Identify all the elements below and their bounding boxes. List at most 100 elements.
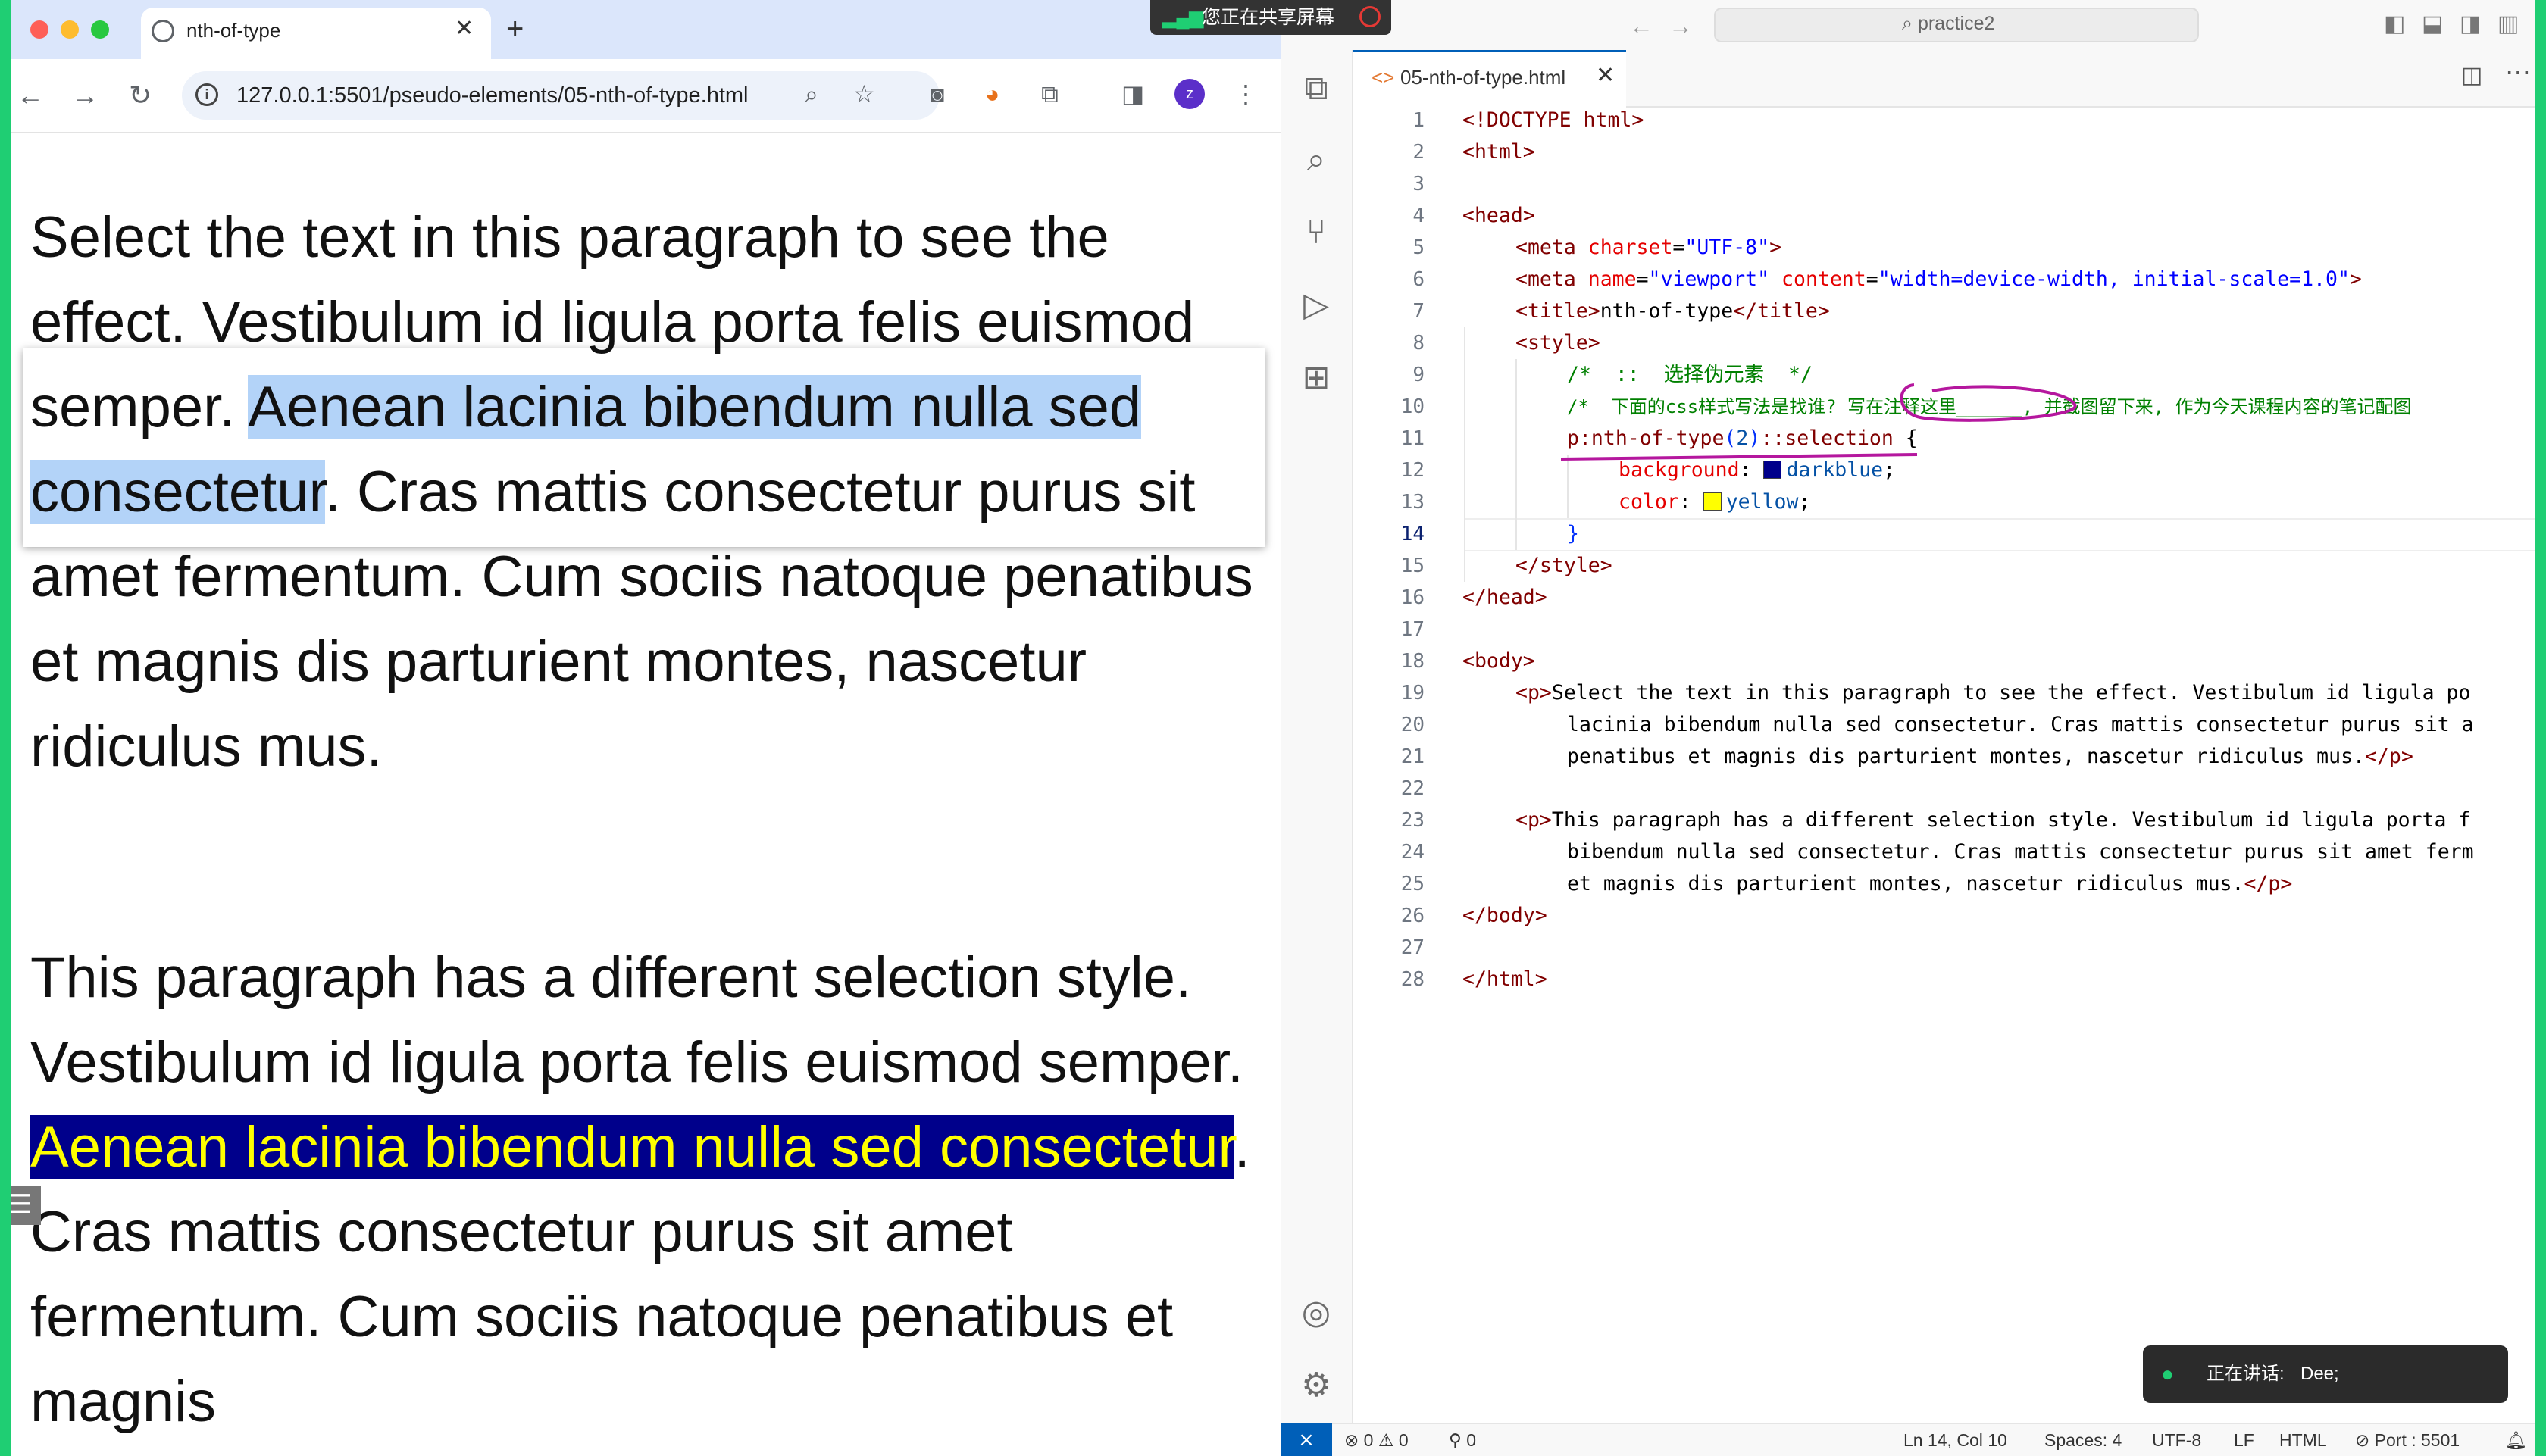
line-number: 3 [1412,173,1425,195]
code-line-7[interactable]: <title>nth-of-type</title> [1462,295,1830,327]
zoom-window-button[interactable] [91,20,109,39]
gear-icon[interactable]: ⚙ [1297,1367,1335,1404]
language-mode[interactable]: HTML [2279,1427,2327,1453]
account-icon[interactable]: ◎ [1297,1294,1335,1332]
source-control-icon[interactable]: ⑂ [1297,214,1335,252]
current-line-highlight [1464,518,2546,551]
encoding-status[interactable]: UTF-8 [2152,1427,2201,1453]
selected-text-custom: Aenean lacinia bibendum nulla sed consec… [30,1115,1234,1179]
line-number: 28 [1400,968,1425,991]
line-number: 20 [1400,714,1425,736]
pen-annotation [1560,383,2077,461]
nav-forward-icon[interactable]: → [1669,12,1693,39]
zoom-icon[interactable]: ⌕ [805,79,818,109]
line-number: 24 [1400,841,1425,864]
stop-share-icon[interactable] [1359,6,1381,27]
tab-title: nth-of-type [186,19,281,42]
new-tab-button[interactable]: + [506,11,524,47]
search-icon: ⌕ [1902,13,1918,34]
eol-status[interactable]: LF [2234,1427,2254,1453]
toggle-panel-icon[interactable]: ⬓ [2422,11,2443,38]
toggle-primary-sidebar-icon[interactable]: ◧ [2384,11,2405,38]
problems-status[interactable]: ⊗ 0 ⚠ 0 [1344,1427,1409,1453]
speaking-label: 正在讲话: [2207,1364,2285,1384]
camera-icon[interactable]: ◙ [931,80,944,111]
code-line-28[interactable]: </html> [1462,964,1547,995]
line-number: 1 [1412,109,1425,132]
workspace-name: practice2 [1917,13,1995,34]
line-number: 7 [1412,300,1425,323]
code-line-5[interactable]: <meta charset="UTF-8"> [1462,232,1781,264]
close-icon[interactable]: ✕ [1596,62,1615,89]
search-icon[interactable]: ⌕ [1297,141,1335,179]
tab-close-icon[interactable]: ✕ [455,15,474,42]
activity-bar [1281,50,1353,1423]
menu-kebab-icon[interactable]: ⋮ [1234,79,1258,109]
indentation-status[interactable]: Spaces: 4 [2044,1427,2122,1453]
forward-icon[interactable]: → [71,80,99,111]
line-number: 17 [1400,618,1425,641]
line-number: 21 [1400,745,1425,768]
site-info-icon[interactable]: i [195,83,218,106]
avatar[interactable]: z [1174,79,1205,109]
code-line-23[interactable]: <p>This paragraph has a different select… [1462,805,2470,836]
line-number: 15 [1400,555,1425,577]
screen-share-text: 您正在共享屏幕 [1202,7,1335,28]
command-center-label[interactable]: ⌕ practice2 [1902,11,1994,36]
editor-tab-title: 05-nth-of-type.html [1400,66,1566,89]
side-panel-icon[interactable]: ◨ [1121,79,1144,109]
close-window-button[interactable] [30,20,48,39]
reload-icon[interactable]: ↻ [129,80,152,111]
url-text[interactable]: 127.0.0.1:5501/pseudo-elements/05-nth-of… [236,80,748,111]
share-border-right [2535,0,2546,1456]
more-actions-icon[interactable]: ⋯ [2505,59,2531,86]
nav-back-icon[interactable]: ← [1629,12,1653,39]
notifications-bell-icon[interactable]: 🔔︎ [2505,1427,2527,1453]
line-number: 27 [1400,936,1425,959]
extensions-icon[interactable]: ⊞ [1297,359,1335,397]
line-number: 23 [1400,809,1425,832]
extension-color-icon[interactable]: ◕ [985,79,999,109]
paragraph-2-text: This paragraph has a different selection… [30,945,1244,1095]
code-line-13[interactable]: color: yellow; [1462,486,1810,518]
code-line-8[interactable]: <style> [1462,327,1600,359]
yellow-swatch-icon[interactable] [1703,492,1722,511]
puzzle-icon[interactable]: ⧉ [1041,79,1059,109]
code-line-4[interactable]: <head> [1462,200,1535,232]
line-number: 6 [1412,268,1425,291]
code-line-24[interactable]: bibendum nulla sed consectetur. Cras mat… [1462,836,2474,868]
microphone-icon: ● [2161,1362,2174,1386]
line-number: 19 [1400,682,1425,705]
code-line-26[interactable]: </body> [1462,900,1547,932]
minimize-window-button[interactable] [61,20,79,39]
code-line-1[interactable]: <!DOCTYPE html> [1462,105,1644,136]
code-line-16[interactable]: </head> [1462,582,1547,614]
bookmark-star-icon[interactable]: ☆ [853,79,875,109]
code-line-18[interactable]: <body> [1462,645,1535,677]
back-icon[interactable]: ← [17,80,44,111]
live-server-port[interactable]: ⊘ Port : 5501 [2355,1427,2460,1453]
explorer-icon[interactable]: ⧉ [1297,70,1335,108]
page-content: Select the text in this paragraph to see… [0,133,1281,1456]
run-debug-icon[interactable]: ▷ [1297,286,1335,324]
line-number: 12 [1400,459,1425,482]
html-file-icon: <> [1372,66,1395,89]
cursor-position[interactable]: Ln 14, Col 10 [1903,1427,2007,1453]
code-line-20[interactable]: lacinia bibendum nulla sed consectetur. … [1462,709,2474,741]
browser-window: nth-of-type ✕ + ← → ↻ i 127.0.0.1:5501/p… [0,0,1281,1456]
line-number: 13 [1400,491,1425,514]
code-line-14[interactable]: } [1462,518,1579,550]
code-line-6[interactable]: <meta name="viewport" content="width=dev… [1462,264,2362,295]
customize-layout-icon[interactable]: ▥ [2498,11,2519,38]
code-line-21[interactable]: penatibus et magnis dis parturient monte… [1462,741,2413,773]
toggle-secondary-sidebar-icon[interactable]: ◨ [2460,11,2481,38]
globe-icon [152,20,174,42]
signal-bars-icon: ▂▄▆ [1162,8,1203,28]
code-line-19[interactable]: <p>Select the text in this paragraph to … [1462,677,2470,709]
ports-status[interactable]: ⚲ 0 [1449,1427,1476,1453]
code-line-15[interactable]: </style> [1462,550,1612,582]
code-line-2[interactable]: <html> [1462,136,1535,168]
code-line-25[interactable]: et magnis dis parturient montes, nascetu… [1462,868,2292,900]
split-editor-icon[interactable]: ◫ [2461,62,2482,89]
remote-indicator-icon[interactable]: ⨯ [1281,1423,1332,1456]
